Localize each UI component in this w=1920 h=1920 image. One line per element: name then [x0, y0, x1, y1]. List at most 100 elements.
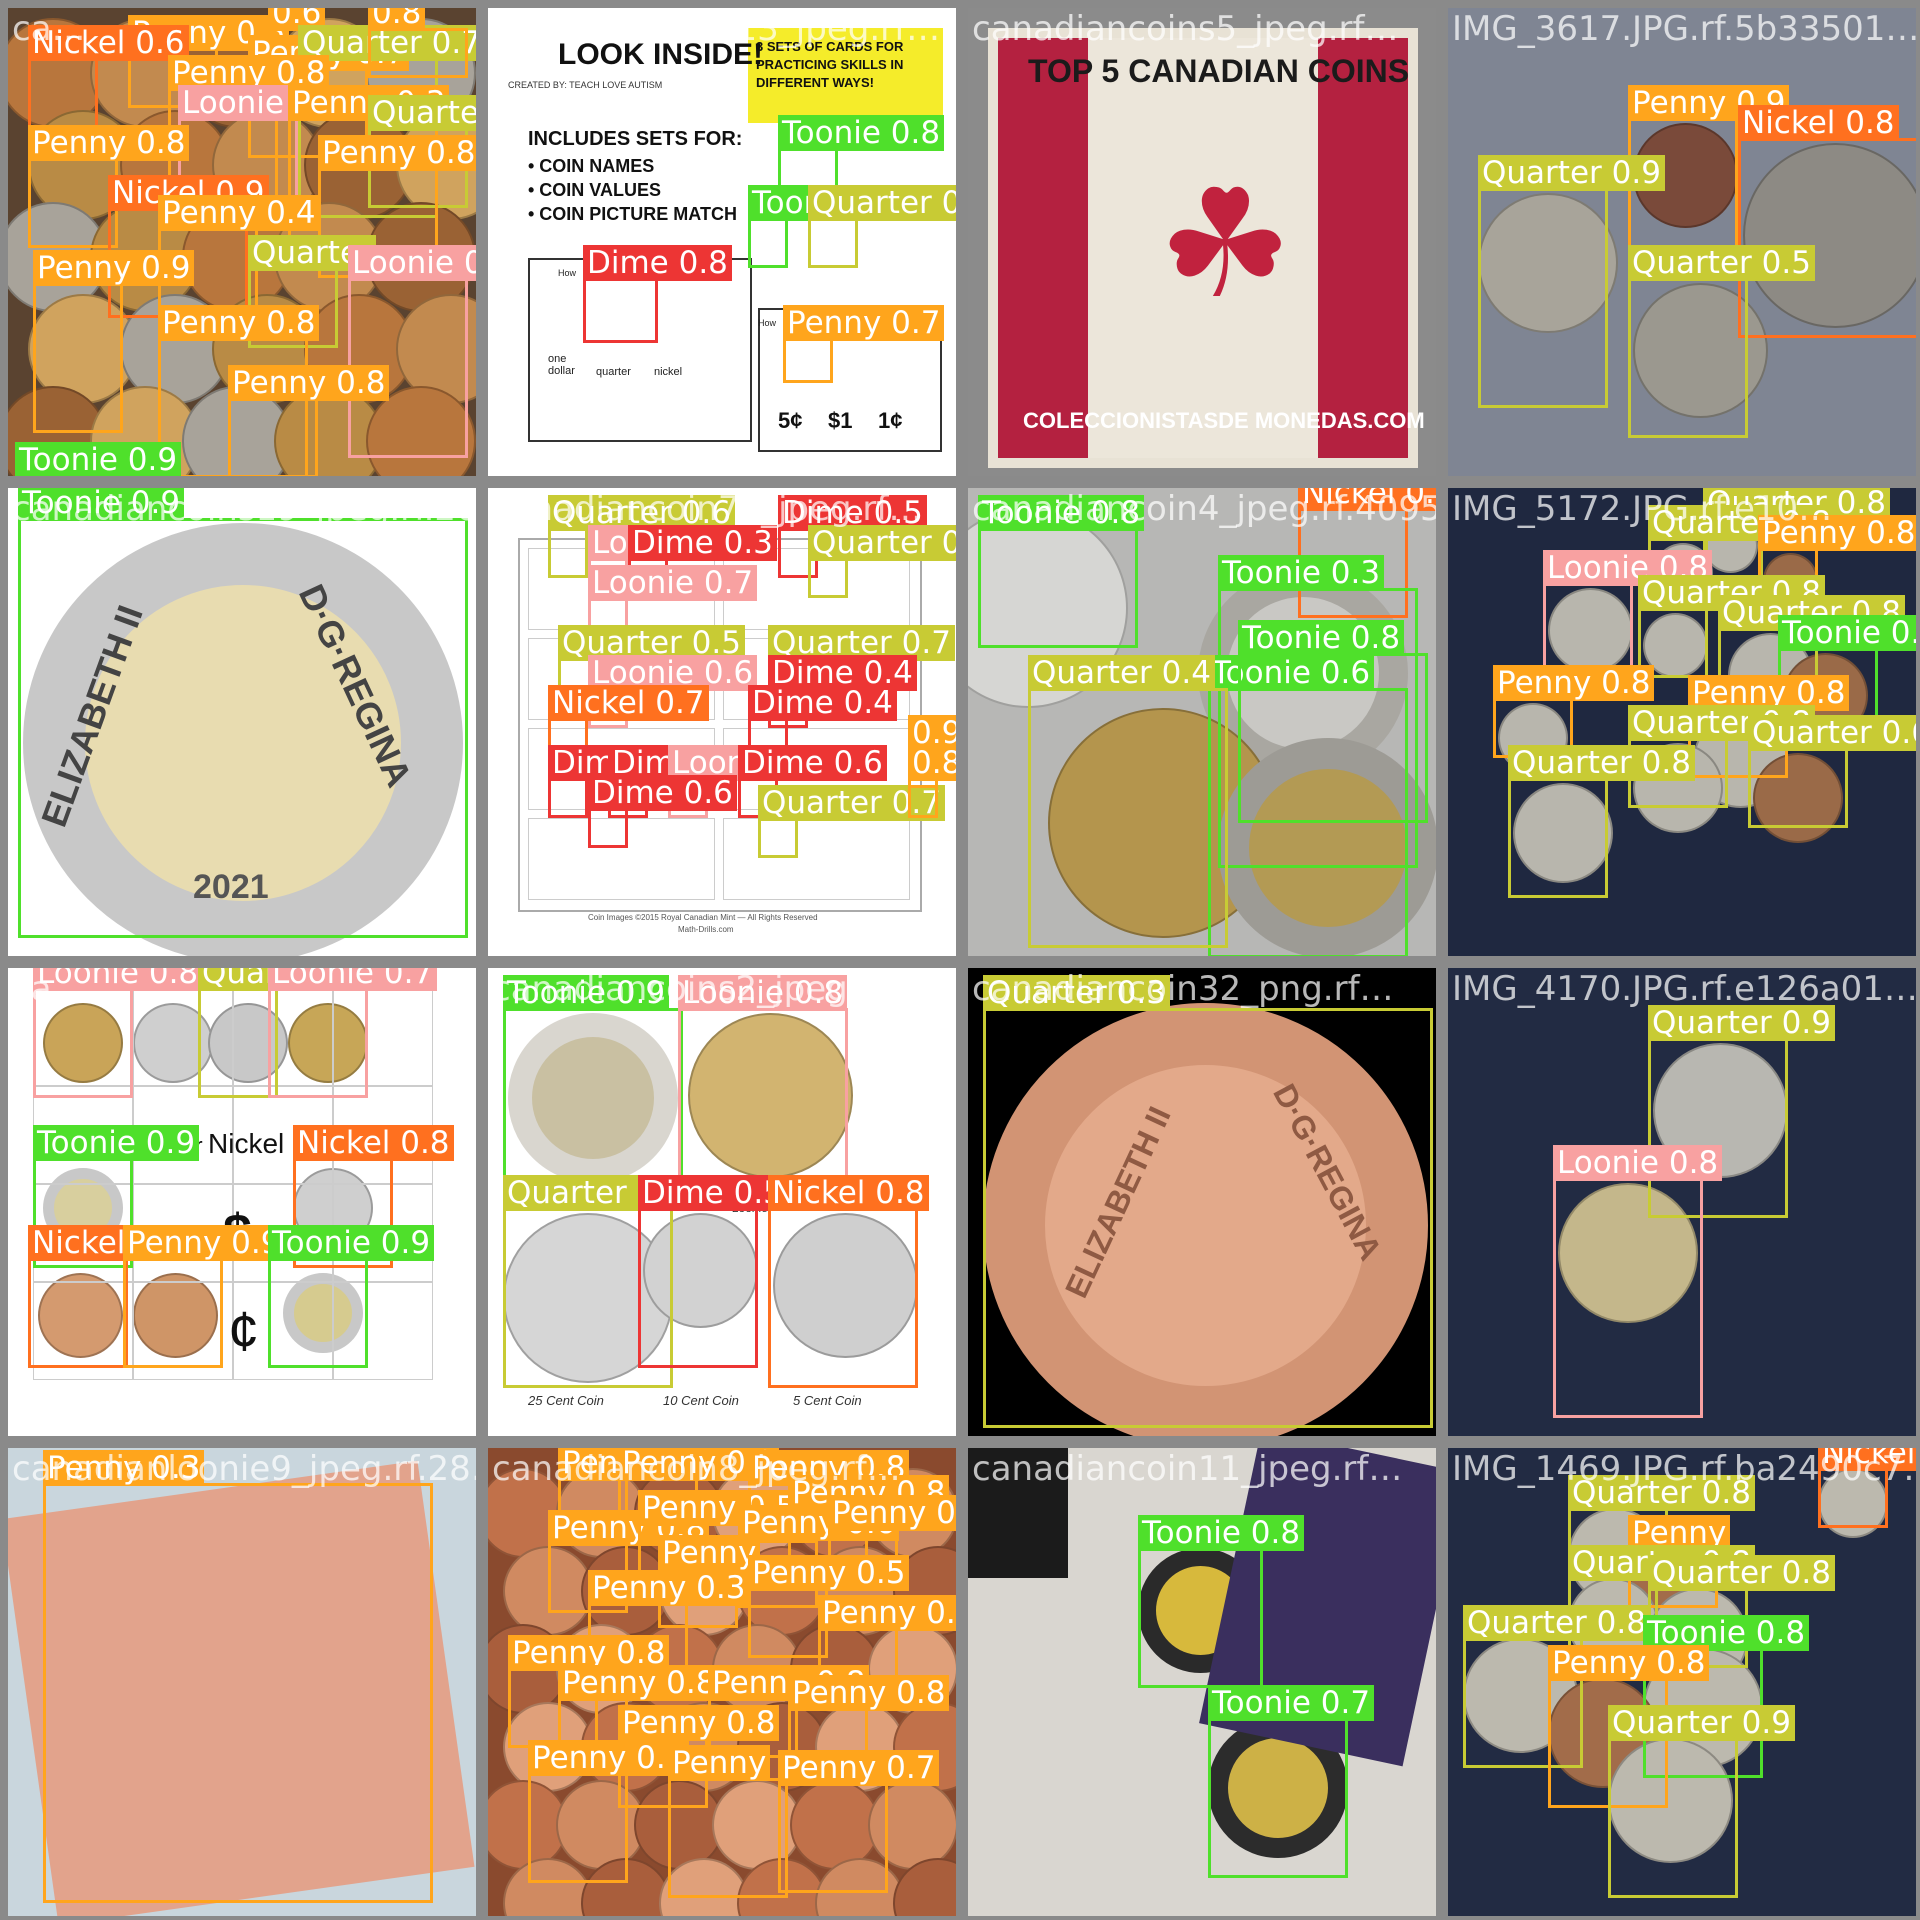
detection-label: Toonie 0.3: [1218, 555, 1385, 591]
image-tile-14: canadiancoin8_jpeg.rf… Penny Penny 0.3 Penn…: [488, 1448, 956, 1916]
tile-filename: IMG_4170.JPG.rf.e126a01…: [1452, 969, 1916, 1009]
detection-label: Quarter 0.3: [368, 95, 476, 131]
tile-filename: IMG_3617.JPG.rf.5b33501…: [1452, 9, 1916, 49]
detection-box-quarter: Quarter 0.9: [1478, 155, 1665, 408]
bullet-match: • COIN PICTURE MATCH: [528, 204, 737, 224]
detection-box-quarter: Quarter: [198, 968, 326, 1098]
detection-box-dime: Dime: [548, 745, 638, 818]
detection-box-toonie: Toonie 0.7: [1208, 1685, 1375, 1878]
detection-label: Toonie 0.8: [1778, 615, 1916, 651]
image-tile-2: LOOK INSIDE! 3 SETS OF CARDS FOR PRACTICI…: [488, 8, 956, 476]
detection-box-penny: Penny 0.8: [228, 365, 390, 476]
detection-label: Quarter 0.8: [1463, 1605, 1650, 1641]
tile-filename: canadiancoins13_jpeg.rf…: [492, 9, 941, 49]
detection-label: Dime 0.6: [738, 745, 887, 781]
card-nickel-word: Nickel: [208, 1128, 285, 1159]
detection-label: Penny 0.8: [558, 1665, 720, 1701]
tile-filename: canadiancoin32_png.rf…: [972, 969, 1394, 1009]
tile-filename: canadiancoin8_jpeg.rf…: [492, 1449, 901, 1489]
detection-box-penny: Penny 0.7: [783, 305, 945, 383]
poster-title: TOP 5 CANADIAN COINS: [1028, 53, 1410, 89]
detection-label: Dime 0.6: [588, 775, 737, 811]
detection-box-nickel: Nickel 0.3: [28, 1225, 189, 1368]
detection-box-penny: Penny 0.5: [748, 1555, 910, 1658]
detection-label: Toonie 0.7: [1208, 1685, 1375, 1721]
tile-filename: ca…: [12, 9, 86, 49]
detection-box-quarter: Quarter 0.3: [983, 975, 1433, 1428]
detection-box-quarter: Quarter 0.5: [808, 185, 956, 268]
detection-box-toonie: Toonie 0.9: [18, 488, 468, 938]
image-tile-9: Free!QuarterNickelDIME$¢ca…Loonie 0.8Qua…: [8, 968, 476, 1436]
detection-label: Penny 0.9: [33, 250, 195, 286]
tile-filename: canadianloonie9_jpeg.rf.28…: [12, 1449, 476, 1489]
grid-cell: [723, 818, 910, 900]
detection-label: Nickel 0.8: [293, 1125, 454, 1161]
image-tile-6: Coin Images ©2015 Royal Canadian Mint — …: [488, 488, 956, 956]
detection-box-loonie: Loonie 0.8: [1553, 1145, 1723, 1418]
detection-label: Loonie 0.7: [588, 565, 758, 601]
poster-footer: COLECCIONISTASDE MONEDAS.COM: [1023, 408, 1425, 433]
image-tile-8: IMG_5172.JPG.rf.e10… Quarter 0.8 Quarter 0…: [1448, 488, 1916, 956]
detection-label: Loonie 0.8: [1553, 1145, 1723, 1181]
detection-box-nickel: Nickel 0.8: [1738, 105, 1916, 338]
detection-box-0.8: 0.8: [908, 745, 956, 818]
detection-label: Penny 0.9: [123, 1225, 285, 1261]
image-tile-11: ELIZABETH II D·G·REGINA canadiancoin32_png…: [968, 968, 1436, 1436]
card-quarter: quarter: [596, 366, 631, 378]
detection-label: Penny 0.8: [158, 305, 320, 341]
detection-label: Toonie 0.9: [15, 442, 182, 476]
image-tile-10: 2 Dollar Coin1 Dollar Coin"Loonie"25 Cen…: [488, 968, 956, 1436]
tile-filename: canadiancoins5_jpeg.rf…: [972, 9, 1399, 49]
detection-box-penny: Penny 0.3: [43, 1450, 433, 1903]
detection-label: Penny 0.8: [318, 135, 476, 171]
detection-label: Penny: [668, 1745, 771, 1781]
detection-box-quarter: Quarter 0.6: [548, 495, 735, 578]
maple-leaf-icon: ☘: [1158, 160, 1293, 328]
detection-label: Dime 0.3: [628, 525, 777, 561]
detection-box-penny: Penny 0.9: [33, 250, 195, 433]
tile-filename: canadiancoin78_jpeg.rf…: [492, 489, 923, 529]
detection-label: Dime 0.5: [638, 1175, 787, 1211]
detection-box-toonie: Toonie 0.8: [1238, 620, 1428, 823]
detection-box-quarter: Quarter 0.5: [1628, 245, 1815, 438]
detection-label: Quarter 0.6: [1748, 715, 1916, 751]
detection-box-penny: Penny: [668, 1745, 788, 1898]
detection-label: 0.8: [368, 8, 426, 31]
detection-box-quarter: Quarter 0.4: [1028, 655, 1228, 948]
site-text: Math-Drills.com: [678, 925, 734, 934]
detection-label: Penny 0.3: [588, 1570, 750, 1606]
image-tile-5: ELIZABETH II D·G·REGINA 2021 canadiancoins1…: [8, 488, 476, 956]
image-tile-13: canadianloonie9_jpeg.rf.28… Penny 0.3: [8, 1448, 476, 1916]
detection-box-quarter: Quarter 0.6: [1748, 715, 1916, 828]
detection-label: Penny 0.8: [1548, 1645, 1710, 1681]
detection-box-dime: Dime 0.6: [588, 775, 737, 848]
detection-label: Quarter 0.4: [1028, 655, 1215, 691]
detection-label: Quarter 0.8: [1508, 745, 1695, 781]
card-nickel: nickel: [654, 366, 683, 378]
detection-label: Quarter 0.9: [1648, 1005, 1835, 1041]
tile-filename: canadiancoin4_jpeg.rf.4095…: [972, 489, 1436, 529]
detection-label: Quarter 0.9: [1478, 155, 1665, 191]
tile-filename: IMG_1469.JPG.rf.ba2490c7…: [1452, 1449, 1916, 1489]
detection-box-toonie: Toonie 0.8: [1138, 1515, 1305, 1688]
detection-box-toonie: Toonie 0.9: [503, 975, 683, 1178]
detection-label: Dime 0.8: [583, 245, 732, 281]
card-1c: 1¢: [878, 408, 903, 433]
detection-label: Quarter 0.6: [808, 525, 956, 561]
image-tile-12: IMG_4170.JPG.rf.e126a01… Quarter 0.9 Looni…: [1448, 968, 1916, 1436]
detection-box-penny: Penny 0.8: [28, 125, 190, 248]
detection-box-penny: Penny 0.7: [778, 1750, 940, 1893]
detection-label: Toonie 0.8: [1138, 1515, 1305, 1551]
detection-box-nickel: Nickel 0.8: [768, 1175, 929, 1388]
detection-label: Quarter 0.8: [1648, 1555, 1835, 1591]
detection-box-penny: Penny 0.5: [528, 1740, 690, 1883]
detection-label: Loonie: [178, 85, 288, 121]
detection-label: Penny 0.7: [783, 305, 945, 341]
detection-box-loonie: Loonie 0.7: [268, 968, 438, 1098]
caption-5-cent: 5 Cent Coin: [793, 1393, 862, 1408]
detection-box-quarter: Quarter 0.6: [808, 525, 956, 598]
detection-label: Penny 0.8: [788, 1675, 950, 1711]
detection-label: Loonie 0.7: [268, 968, 438, 991]
detection-box-quarter: Quarter 0.7: [758, 785, 945, 858]
detection-label: Quarter 0.5: [808, 185, 956, 221]
